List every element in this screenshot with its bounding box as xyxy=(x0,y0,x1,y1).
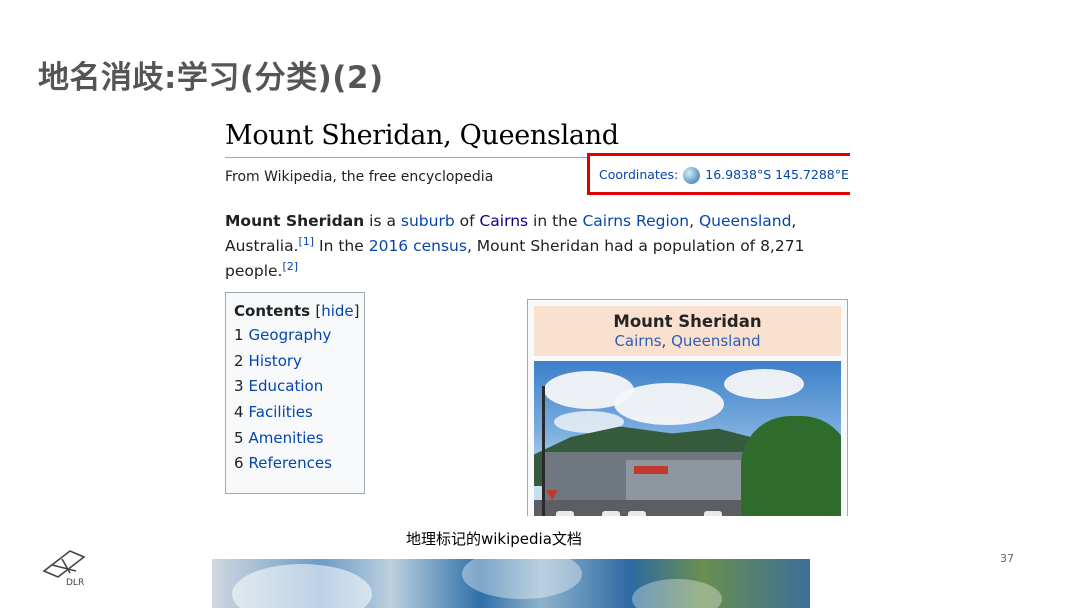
toc-hide-label[interactable]: hide xyxy=(321,302,353,320)
toc-link[interactable]: Education xyxy=(249,377,324,395)
toc-link[interactable]: Amenities xyxy=(249,429,324,447)
globe-icon[interactable] xyxy=(683,166,701,184)
infobox-header: Mount Sheridan Cairns, Queensland xyxy=(534,306,841,356)
earth-image-strip xyxy=(212,559,810,608)
dlr-logo: DLR xyxy=(42,550,86,587)
slide-title: 地名消歧:学习(分类)(2) xyxy=(38,60,384,96)
infobox-subtitle: Cairns, Queensland xyxy=(534,332,841,350)
toc-hide-toggle[interactable]: [hide] xyxy=(315,302,359,320)
coordinates-value[interactable]: 16.9838°S 145.7288°E xyxy=(705,167,849,182)
article-tagline: From Wikipedia, the free encyclopedia xyxy=(225,169,494,185)
figure-caption: 地理标记的wikipedia文档 xyxy=(406,530,582,548)
toc-item-geography[interactable]: 1 Geography xyxy=(234,326,356,352)
coordinates-highlight-box: Coordinates: 16.9838°S 145.7288°E xyxy=(587,153,850,195)
toc-number: 1 xyxy=(234,326,244,344)
intro-subject: Mount Sheridan xyxy=(225,212,365,230)
toc-title: Contents xyxy=(234,302,311,320)
infobox-title: Mount Sheridan xyxy=(613,312,762,331)
link-suburb[interactable]: suburb xyxy=(401,212,455,230)
photo-car xyxy=(704,511,722,516)
toc-link[interactable]: Facilities xyxy=(249,403,313,421)
photo-store-sign xyxy=(634,466,668,474)
toc-number: 4 xyxy=(234,403,244,422)
link-queensland[interactable]: Queensland xyxy=(699,212,791,230)
coordinates-label[interactable]: Coordinates: xyxy=(599,167,678,182)
intro-text: In the xyxy=(314,237,369,255)
cloud-swirl xyxy=(232,564,372,608)
cloud-swirl xyxy=(632,579,722,608)
intro-text: , xyxy=(689,212,699,230)
article-title: Mount Sheridan, Queensland xyxy=(225,120,619,151)
intro-line-1: Mount Sheridan is a suburb of Cairns in … xyxy=(225,209,835,234)
link-cairns-region[interactable]: Cairns Region xyxy=(582,212,689,230)
separator: , xyxy=(661,332,672,350)
photo-yield-sign xyxy=(546,490,558,500)
toc-number: 2 xyxy=(234,351,244,370)
photo-car xyxy=(556,511,574,516)
bracket: ] xyxy=(353,302,360,320)
link-2016-census[interactable]: 2016 census xyxy=(369,237,467,255)
photo-light-pole xyxy=(542,386,545,516)
link-queensland-infobox[interactable]: Queensland xyxy=(671,332,760,350)
intro-text: is a xyxy=(364,212,401,230)
ref-1[interactable]: [1] xyxy=(299,235,315,248)
photo-cloud xyxy=(724,369,804,399)
infobox: Mount Sheridan Cairns, Queensland xyxy=(527,299,848,516)
dlr-logo-text: DLR xyxy=(66,578,84,587)
intro-text: in the xyxy=(528,212,583,230)
toc-number: 6 xyxy=(234,454,244,473)
link-cairns[interactable]: Cairns xyxy=(479,212,528,230)
page-number: 37 xyxy=(1000,552,1014,565)
toc-item-references[interactable]: 6 References xyxy=(234,454,356,480)
intro-text: of xyxy=(454,212,480,230)
toc-item-education[interactable]: 3 Education xyxy=(234,377,356,403)
table-of-contents: Contents [hide] 1 Geography 2 History 3 Edu… xyxy=(225,292,365,494)
infobox-photo[interactable] xyxy=(534,361,841,516)
intro-text: , xyxy=(791,212,797,230)
toc-item-history[interactable]: 2 History xyxy=(234,352,356,378)
intro-line-3: people.[2] xyxy=(225,259,835,284)
photo-tree xyxy=(741,416,841,516)
intro-text: , Mount Sheridan had a population of 8,2… xyxy=(466,237,805,255)
toc-heading: Contents [hide] xyxy=(234,302,360,320)
cloud-swirl xyxy=(462,559,582,599)
intro-text: people. xyxy=(225,262,283,280)
wikipedia-article-screenshot: Mount Sheridan, Queensland From Wikipedi… xyxy=(225,118,850,516)
toc-number: 5 xyxy=(234,428,244,447)
photo-car xyxy=(628,511,646,516)
intro-line-2: Australia.[1] In the 2016 census, Mount … xyxy=(225,234,835,259)
link-cairns-infobox[interactable]: Cairns xyxy=(614,332,661,350)
toc-number: 3 xyxy=(234,377,244,396)
toc-item-facilities[interactable]: 4 Facilities xyxy=(234,403,356,429)
photo-car xyxy=(602,511,620,516)
toc-item-amenities[interactable]: 5 Amenities xyxy=(234,429,356,455)
ref-2[interactable]: [2] xyxy=(282,260,298,273)
toc-link[interactable]: Geography xyxy=(249,326,332,344)
intro-text: Australia. xyxy=(225,237,299,255)
toc-link[interactable]: References xyxy=(249,454,332,472)
toc-link[interactable]: History xyxy=(249,352,302,370)
article-intro: Mount Sheridan is a suburb of Cairns in … xyxy=(225,209,835,284)
photo-cloud xyxy=(614,383,724,425)
